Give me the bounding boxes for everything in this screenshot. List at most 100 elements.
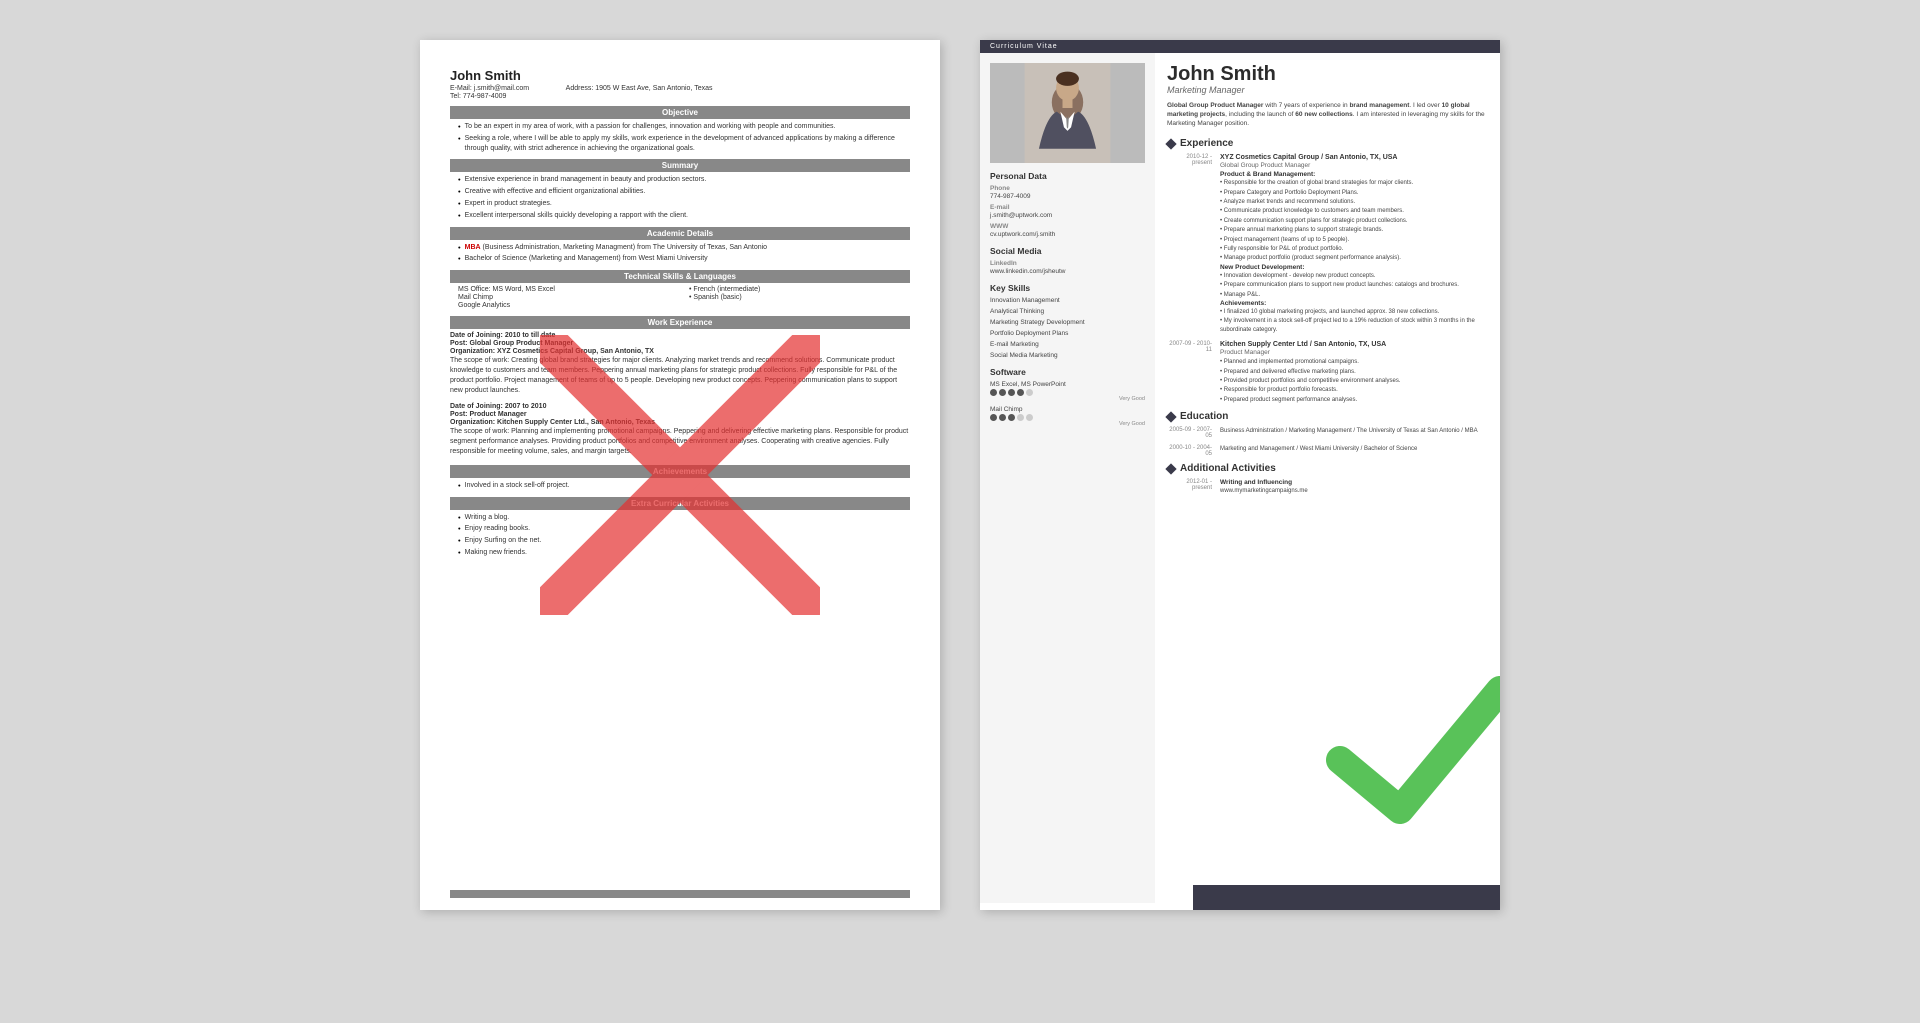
- edu-1-dates: 2005-09 - 2007-05: [1167, 427, 1212, 439]
- software-title: Software: [990, 367, 1145, 377]
- job-1-block: 2010-12 - present XYZ Cosmetics Capital …: [1167, 154, 1488, 335]
- right-bottom-bar: [1193, 885, 1500, 903]
- job-2-dates: 2007-09 - 2010-11: [1167, 341, 1212, 405]
- summary-header: Summary: [450, 159, 910, 172]
- left-resume: John Smith E-Mail: j.smith@mail.com Addr…: [420, 40, 940, 910]
- skill-french: • French (intermediate): [689, 286, 910, 293]
- skill-social-media: Social Media Marketing: [990, 352, 1145, 359]
- cv-summary: Global Group Product Manager with 7 year…: [1167, 101, 1488, 128]
- excel-level-label: Very Good: [990, 396, 1145, 402]
- skill-email-marketing: E-mail Marketing: [990, 341, 1145, 348]
- software-mailchimp: Mail Chimp Very Good: [990, 406, 1145, 427]
- academic-item-2: Bachelor of Science (Marketing and Manag…: [450, 254, 910, 264]
- right-resume: Curriculum Vitae: [980, 40, 1500, 910]
- job-2-company: Kitchen Supply Center Ltd / San Antonio,…: [1220, 341, 1488, 348]
- mc-dot-3: [1008, 414, 1015, 421]
- job-1-company: XYZ Cosmetics Capital Group / San Antoni…: [1220, 154, 1488, 161]
- edu-1-details: Business Administration / Marketing Mana…: [1220, 427, 1488, 435]
- achievement-item-1: Involved in a stock sell-off project.: [450, 481, 910, 491]
- academic-item-1: MBA (Business Administration, Marketing …: [450, 243, 910, 253]
- job-1-b2: • Prepare Category and Portfolio Deploym…: [1220, 189, 1488, 197]
- job-1-npd-b3: • Manage P&L.: [1220, 291, 1488, 299]
- job-1-b6: • Prepare annual marketing plans to supp…: [1220, 226, 1488, 234]
- academic-header: Academic Details: [450, 227, 910, 240]
- personal-data-title: Personal Data: [990, 171, 1145, 181]
- summary-bullet-3: Expert in product strategies.: [450, 199, 910, 209]
- education-title: Education: [1167, 411, 1488, 422]
- summary-bullet-1: Extensive experience in brand management…: [450, 175, 910, 185]
- technical-header: Technical Skills & Languages: [450, 270, 910, 283]
- skill-google: Google Analytics: [458, 302, 679, 309]
- extra-header: Extra Curricular Activities: [450, 497, 910, 510]
- www-label: WWW: [990, 223, 1145, 230]
- social-media-title: Social Media: [990, 246, 1145, 256]
- job-2-block: 2007-09 - 2010-11 Kitchen Supply Center …: [1167, 341, 1488, 405]
- summary-bullet-4: Excellent interpersonal skills quickly d…: [450, 211, 910, 221]
- job-2-b1: • Planned and implemented promotional ca…: [1220, 358, 1488, 366]
- achievements-header: Achievements: [450, 465, 910, 478]
- photo-placeholder: [990, 63, 1145, 163]
- work-job-1: Date of Joining: 2010 to till date Post:…: [450, 332, 910, 395]
- diamond-edu-icon: [1165, 411, 1176, 422]
- job-1-section-3: Achievements:: [1220, 300, 1488, 307]
- skill-mailchimp: Mail Chimp: [458, 294, 679, 301]
- mailchimp-level-label: Very Good: [990, 421, 1145, 427]
- job-1-dates: 2010-12 - present: [1167, 154, 1212, 335]
- left-contact-email: E-Mail: j.smith@mail.com Address: 1905 W…: [450, 85, 910, 92]
- experience-title: Experience: [1167, 138, 1488, 149]
- job-1-b7: • Project management (teams of up to 5 p…: [1220, 236, 1488, 244]
- mc-dot-1: [990, 414, 997, 421]
- edu-2-details: Marketing and Management / West Miami Un…: [1220, 445, 1488, 453]
- right-sidebar: Personal Data Phone 774-987-4009 E-mail …: [980, 53, 1155, 903]
- extra-item-4: Making new friends.: [450, 548, 910, 558]
- right-main: John Smith Marketing Manager Global Grou…: [1155, 53, 1500, 903]
- objective-bullet-2: Seeking a role, where I will be able to …: [450, 134, 910, 154]
- job-1-ach-b1: • I finalized 10 global marketing projec…: [1220, 308, 1488, 316]
- phone-label: Phone: [990, 185, 1145, 192]
- dot-2: [999, 389, 1006, 396]
- cv-name: John Smith: [1167, 63, 1488, 85]
- www-value: cv.uptwork.com/j.smith: [990, 231, 1145, 238]
- edu-2-block: 2000-10 - 2004-05 Marketing and Manageme…: [1167, 445, 1488, 457]
- job-1-npd-b1: • Innovation development - develop new p…: [1220, 272, 1488, 280]
- job-1-ach-b2: • My involvement in a stock sell-off pro…: [1220, 317, 1488, 334]
- mc-dot-4: [1017, 414, 1024, 421]
- skill-marketing-strategy: Marketing Strategy Development: [990, 319, 1145, 326]
- objective-bullet-1: To be an expert in my area of work, with…: [450, 122, 910, 132]
- diamond-icon: [1165, 138, 1176, 149]
- job-1-b9: • Manage product portfolio (product segm…: [1220, 254, 1488, 262]
- job-1-section-2: New Product Development:: [1220, 264, 1488, 271]
- mc-dot-5: [1026, 414, 1033, 421]
- work-header: Work Experience: [450, 316, 910, 329]
- skill-spanish: • Spanish (basic): [689, 294, 910, 301]
- edu-2-dates: 2000-10 - 2004-05: [1167, 445, 1212, 457]
- job-1-section-1: Product & Brand Management:: [1220, 171, 1488, 178]
- extra-item-1: Writing a blog.: [450, 513, 910, 523]
- cv-job-title: Marketing Manager: [1167, 85, 1488, 95]
- skill-portfolio: Portfolio Deployment Plans: [990, 330, 1145, 337]
- job-1-b8: • Fully responsible for P&L of product p…: [1220, 245, 1488, 253]
- job-1-npd-b2: • Prepare communication plans to support…: [1220, 281, 1488, 289]
- linkedin-label: LinkedIn: [990, 260, 1145, 267]
- activity-1-label: Writing and Influencing: [1220, 479, 1488, 486]
- activity-1-dates: 2012-01 - present: [1167, 479, 1212, 496]
- summary-bullet-2: Creative with effective and efficient or…: [450, 187, 910, 197]
- main-container: John Smith E-Mail: j.smith@mail.com Addr…: [0, 0, 1920, 1023]
- left-contact-tel: Tel: 774-987-4009: [450, 93, 910, 100]
- person-silhouette: [990, 63, 1145, 163]
- diamond-act-icon: [1165, 463, 1176, 474]
- linkedin-value: www.linkedin.com/jsheutw: [990, 268, 1145, 275]
- job-2-b4: • Responsible for product portfolio fore…: [1220, 386, 1488, 394]
- left-name: John Smith: [450, 68, 910, 83]
- job-1-b3: • Analyze market trends and recommend so…: [1220, 198, 1488, 206]
- skill-innovation: Innovation Management: [990, 297, 1145, 304]
- key-skills-title: Key Skills: [990, 283, 1145, 293]
- job-2-b3: • Provided product portfolios and compet…: [1220, 377, 1488, 385]
- email-label: E-mail: [990, 204, 1145, 211]
- software-excel: MS Excel, MS PowerPoint Very Good: [990, 381, 1145, 402]
- mc-dot-2: [999, 414, 1006, 421]
- dot-1: [990, 389, 997, 396]
- dot-4: [1017, 389, 1024, 396]
- extra-item-3: Enjoy Surfing on the net.: [450, 536, 910, 546]
- job-1-b5: • Create communication support plans for…: [1220, 217, 1488, 225]
